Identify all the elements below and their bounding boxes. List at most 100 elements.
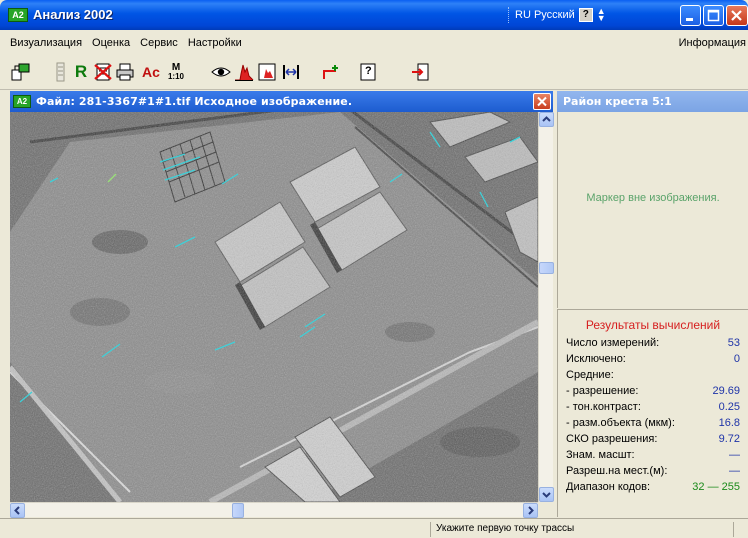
result-value: 16.8 [718,417,740,429]
image-window-close-button[interactable] [533,93,551,110]
scale-icon: M 1:10 [167,62,184,82]
minimize-icon [686,18,693,21]
menu-evaluation[interactable]: Оценка [87,37,135,49]
scroll-up-button[interactable] [539,112,554,127]
result-label: Разреш.на мест.(м): [566,465,668,477]
result-label: СКО разрешения: [566,433,658,445]
result-row-scale-denominator: Знам. масшт: — [566,449,740,464]
image-window-title: Файл: 281-3367#1#1.tif Исходное изображе… [36,95,353,108]
status-bar: Укажите первую точку трассы [0,518,748,538]
result-label: - разм.объекта (мкм): [566,417,675,429]
scroll-right-button[interactable] [523,503,538,518]
result-value: — [729,465,740,477]
result-label: - тон.контраст: [566,401,641,413]
chevron-left-icon [14,506,20,515]
result-row-contrast: - тон.контраст: 0.25 [566,401,740,416]
result-value: — [729,449,740,461]
result-label: Знам. масшт: [566,449,635,461]
minimize-button[interactable] [680,5,701,26]
maximize-button[interactable] [703,5,724,26]
chevron-up-icon [542,116,551,122]
result-row-measurements: Число измерений: 53 [566,337,740,352]
width-measure-button[interactable] [280,60,302,84]
app-icon[interactable]: A2 [8,8,28,22]
scroll-left-button[interactable] [10,503,25,518]
language-bar[interactable]: RU Русский ? ▲ ▼ [508,4,606,26]
scroll-down-button[interactable] [539,487,554,502]
menu-visualization[interactable]: Визуализация [0,37,87,49]
view-button[interactable] [210,60,232,84]
vertical-scrollbar[interactable] [538,112,554,502]
horizontal-scroll-thumb[interactable] [232,503,244,518]
width-arrows-icon [283,65,299,79]
result-row-resolution: - разрешение: 29.69 [566,385,740,400]
vertical-scroll-thumb[interactable] [539,262,554,274]
result-label: Исключено: [566,353,626,365]
results-panel: Результаты вычислений Число измерений: 5… [557,309,748,517]
open-file-button[interactable] [10,60,32,84]
close-icon [537,96,547,107]
result-label: - разрешение: [566,385,639,397]
cross-area-title: Район креста 5:1 [557,91,748,112]
open-image-icon [11,63,30,81]
image-window-titlebar[interactable]: A2 Файл: 281-3367#1#1.tif Исходное изобр… [10,91,553,112]
aerial-photo[interactable] [10,112,538,502]
menu-service[interactable]: Сервис [135,37,183,49]
result-label: Средние: [566,369,614,381]
ac-label: Ac [142,64,160,80]
scale-button[interactable]: M 1:10 [165,60,187,84]
result-row-resolution-rms: СКО разрешения: 9.72 [566,433,740,448]
chevron-down-icon [542,492,551,498]
add-trace-button[interactable] [320,60,342,84]
toolbar: R Ac M 1:10 ? [0,56,748,90]
histogram-frame-icon [258,63,276,81]
scroll-corner [538,502,553,517]
result-row-averages: Средние: [566,369,740,384]
exit-button[interactable] [410,60,432,84]
histogram-icon [235,64,254,81]
r-button[interactable]: R [70,60,92,84]
image-window-icon[interactable]: A2 [13,95,31,108]
exclude-cross-icon [94,63,112,81]
print-button[interactable] [114,60,136,84]
menu-information[interactable]: Информация [679,37,746,49]
language-indicator[interactable]: RU Русский [515,9,575,21]
status-message: Укажите первую точку трассы [436,523,575,534]
cross-area-view[interactable]: Маркер вне изображения. [557,112,748,308]
menu-bar: Визуализация Оценка Сервис Настройки Инф… [0,30,748,56]
result-row-code-range: Диапазон кодов: 32 — 255 [566,481,740,496]
result-value: 0 [733,353,740,365]
chevron-right-icon [528,506,534,515]
exclude-button[interactable] [92,60,114,84]
status-separator [430,522,431,537]
status-separator [733,522,734,537]
maximize-icon [707,9,720,22]
horizontal-scrollbar[interactable] [10,502,538,518]
close-button[interactable] [726,5,748,26]
menu-settings[interactable]: Настройки [183,37,247,49]
language-options-icon[interactable]: ▲ ▼ [597,7,606,23]
histogram-button[interactable] [233,60,255,84]
language-help-icon[interactable]: ? [578,8,593,22]
measure-bar-button[interactable] [50,60,72,84]
printer-icon [116,63,134,81]
add-trace-icon [323,65,338,79]
result-value: 0.25 [718,401,740,413]
result-row-excluded: Исключено: 0 [566,353,740,368]
exit-door-icon [412,63,429,81]
aerial-image-view[interactable] [10,112,538,502]
window-titlebar[interactable]: A2 Анализ 2002 RU Русский ? ▲ ▼ [0,0,748,30]
result-value: 29.69 [712,385,740,397]
ac-button[interactable]: Ac [140,60,162,84]
window-title: Анализ 2002 [33,7,113,22]
histogram-frame-button[interactable] [256,60,278,84]
language-bar-grip[interactable] [508,7,511,23]
help-label: ? [365,65,372,77]
close-icon [731,10,742,21]
result-row-ground-resolution: Разреш.на мест.(м): — [566,465,740,480]
marker-status-message: Маркер вне изображения. [586,192,720,204]
results-title: Результаты вычислений [585,318,721,332]
r-label: R [74,62,88,81]
help-button[interactable]: ? [357,60,379,84]
result-row-object-size: - разм.объекта (мкм): 16.8 [566,417,740,432]
